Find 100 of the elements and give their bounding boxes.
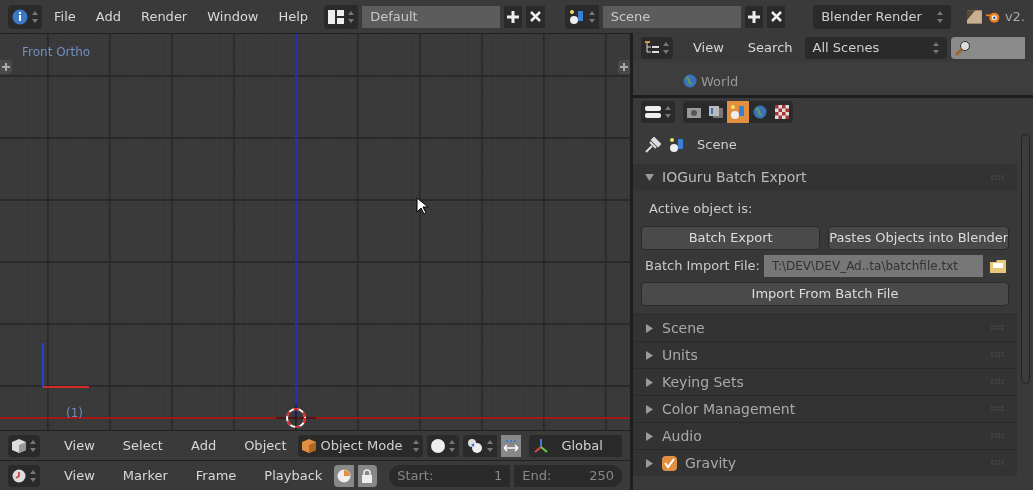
checkerboard-icon (775, 105, 789, 119)
menu-item[interactable]: Object (236, 435, 295, 456)
cube-icon (302, 438, 317, 453)
start-frame-field[interactable]: Start: 1 (389, 464, 511, 487)
expand-properties-button[interactable] (618, 60, 630, 74)
up-down-arrows-icon (449, 439, 456, 452)
action-button[interactable]: Batch Export (641, 226, 821, 250)
collapsed-triangle-icon[interactable] (645, 323, 654, 333)
add-button[interactable] (744, 5, 763, 28)
menu-item[interactable]: Search (739, 37, 801, 58)
panel-header[interactable]: Keying Sets (633, 368, 1017, 395)
menu-item[interactable]: Add (87, 6, 129, 27)
import-button[interactable]: Import From Batch File (641, 282, 1009, 306)
layout-type-button[interactable] (324, 4, 359, 29)
panel-header[interactable]: Gravity (633, 449, 1017, 476)
collapsed-triangle-icon[interactable] (645, 377, 654, 387)
menu-item[interactable]: Frame (187, 465, 245, 486)
checkbox[interactable] (662, 455, 677, 471)
menu-item[interactable]: View (56, 435, 103, 456)
menu-item[interactable]: Playback (256, 465, 331, 486)
panel-title: Keying Sets (662, 372, 744, 392)
panel-title: IOGuru Batch Export (662, 168, 807, 187)
render-engine-dropdown[interactable]: Blender Render (813, 4, 952, 29)
collapsed-triangle-icon[interactable] (645, 404, 654, 414)
close-icon (770, 11, 782, 22)
pin-icon[interactable] (645, 137, 661, 153)
scene-objects-icon (730, 104, 746, 120)
close-button[interactable] (766, 5, 786, 28)
search-icon (954, 39, 971, 56)
plus-icon (747, 10, 760, 23)
axes-icon (533, 437, 550, 454)
menu-item[interactable]: View (56, 465, 103, 486)
menu-item[interactable]: View (685, 37, 732, 58)
panel-header[interactable]: Audio (633, 422, 1017, 449)
panel-title: Audio (662, 426, 702, 446)
view-label: Front Ortho (22, 44, 91, 61)
menu-item[interactable]: Window (199, 6, 267, 27)
scene-type-button[interactable] (564, 4, 599, 29)
manipulator-toggle[interactable] (501, 434, 522, 457)
panel-header[interactable]: Scene (633, 314, 1017, 341)
context-path: Scene (697, 136, 737, 155)
menu-item[interactable]: Render (132, 6, 196, 27)
orientation-dropdown[interactable]: Global (529, 434, 622, 457)
panel-header[interactable]: IOGuru Batch Export (633, 164, 1017, 191)
collapsed-triangle-icon[interactable] (645, 458, 654, 468)
shading-dropdown[interactable] (427, 434, 460, 457)
preview-range-toggle[interactable] (334, 464, 354, 487)
layout-icon (328, 9, 345, 24)
up-down-arrows-icon (588, 10, 595, 23)
up-down-arrows-icon (487, 439, 494, 452)
up-down-arrows-icon (665, 106, 671, 118)
menu-item[interactable]: File (46, 6, 84, 27)
cube-icon (12, 438, 26, 453)
layout-name-field[interactable]: Default (362, 5, 501, 28)
panel-header[interactable]: Color Management (633, 395, 1017, 422)
camera-icon (686, 105, 702, 119)
tree-list-icon (645, 40, 659, 55)
up-down-arrows-icon (348, 10, 355, 23)
add-button[interactable] (504, 5, 523, 28)
scene-objects-icon (669, 137, 685, 153)
panel-header[interactable]: Units (633, 341, 1017, 368)
3d-cursor-icon (276, 405, 316, 430)
expand-toolshelf-button[interactable] (0, 60, 12, 74)
panel-title: Units (662, 345, 698, 365)
lock-icon (361, 468, 374, 483)
pivot-circles-icon (467, 437, 484, 454)
menu-item[interactable]: Help (270, 6, 317, 27)
scene-name-field[interactable]: Scene (602, 5, 741, 28)
search-field[interactable] (950, 36, 1025, 59)
editor-type-button[interactable] (8, 464, 40, 487)
close-button[interactable] (526, 5, 545, 28)
menu-item[interactable]: Select (114, 435, 171, 456)
panel-title: Gravity (685, 453, 737, 473)
lock-toggle[interactable] (357, 464, 378, 487)
scene-objects-icon (568, 8, 585, 25)
version-label: v2. (1004, 7, 1025, 26)
scene-filter-dropdown[interactable]: All Scenes (804, 36, 947, 59)
globe-icon (683, 74, 697, 89)
info-icon (12, 8, 28, 25)
end-frame-field[interactable]: End: 250 (514, 464, 622, 487)
expanded-triangle-icon[interactable] (645, 173, 654, 182)
scrollbar[interactable] (1020, 134, 1030, 384)
menu-item[interactable]: Marker (114, 465, 176, 486)
action-button[interactable]: Pastes Objects into Blender (828, 226, 1009, 250)
pivot-dropdown[interactable] (463, 434, 498, 457)
3d-viewport[interactable]: Front Ortho (1) (0, 33, 630, 430)
collapsed-triangle-icon[interactable] (645, 350, 654, 360)
up-down-arrows-icon (413, 439, 420, 452)
editor-type-button[interactable] (641, 101, 675, 123)
panel-title: Scene (662, 318, 705, 338)
outliner-item[interactable]: World (701, 71, 739, 91)
mouse-pointer-icon (416, 197, 428, 215)
panel-title: Color Management (662, 399, 796, 419)
collapsed-triangle-icon[interactable] (645, 431, 654, 441)
mode-dropdown[interactable]: Object Mode (298, 434, 424, 457)
editor-type-button[interactable] (8, 434, 40, 457)
double-arrow-icon (502, 438, 521, 453)
editor-type-button[interactable] (641, 36, 673, 59)
up-down-arrows-icon (932, 41, 939, 54)
menu-item[interactable]: Add (182, 435, 225, 456)
